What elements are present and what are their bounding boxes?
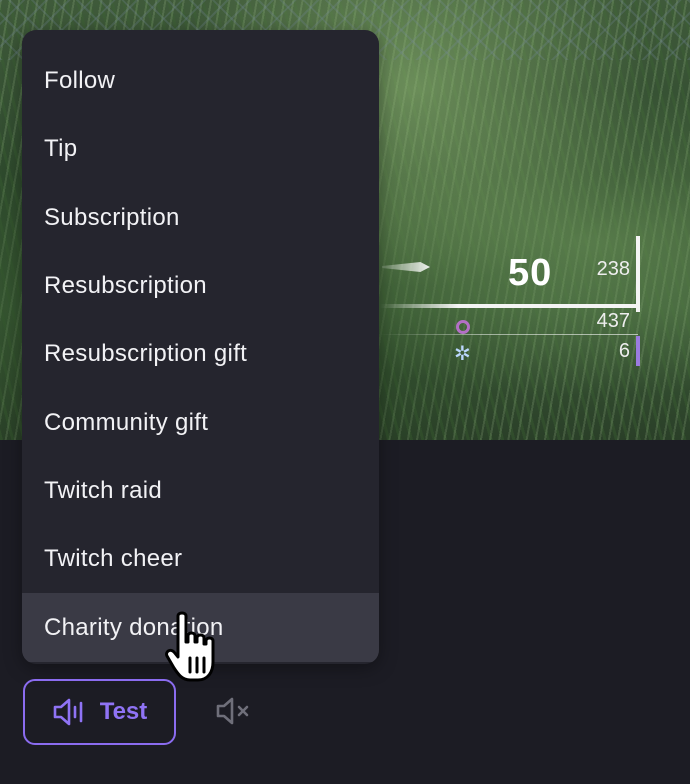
secondary-ammo-count: 437 <box>596 310 630 332</box>
speaker-muted-icon[interactable] <box>214 694 252 728</box>
menu-item-community-gift[interactable]: Community gift <box>22 388 379 456</box>
ring-icon <box>456 320 470 334</box>
reserve-count: 238 <box>596 258 630 280</box>
bullet-icon <box>382 262 430 272</box>
menu-item-tip[interactable]: Tip <box>22 115 379 183</box>
menu-item-resubscription-gift[interactable]: Resubscription gift <box>22 320 379 388</box>
test-button-label: Test <box>99 698 148 725</box>
menu-item-resubscription[interactable]: Resubscription <box>22 252 379 320</box>
hand-pointer-icon <box>165 611 215 682</box>
hud-divider-vertical <box>636 236 640 312</box>
hud-divider-thin <box>380 334 638 335</box>
menu-item-subscription[interactable]: Subscription <box>22 184 379 252</box>
speaker-wave-icon <box>53 698 83 726</box>
menu-item-follow[interactable]: Follow <box>22 47 379 115</box>
magazine-count: 50 <box>508 252 553 294</box>
ammo-indicator-bar <box>636 336 640 366</box>
hud-divider-horizontal <box>380 304 640 308</box>
tertiary-ammo-count: 6 <box>618 340 630 362</box>
star-icon: ✲ <box>454 343 471 365</box>
menu-item-twitch-cheer[interactable]: Twitch cheer <box>22 525 379 593</box>
test-alert-button[interactable]: Test <box>23 679 176 745</box>
alert-type-dropdown-menu: Follow Tip Subscription Resubscription R… <box>22 30 379 664</box>
menu-item-twitch-raid[interactable]: Twitch raid <box>22 457 379 525</box>
ammo-hud: 50 238 437 ✲ 6 <box>380 236 642 370</box>
